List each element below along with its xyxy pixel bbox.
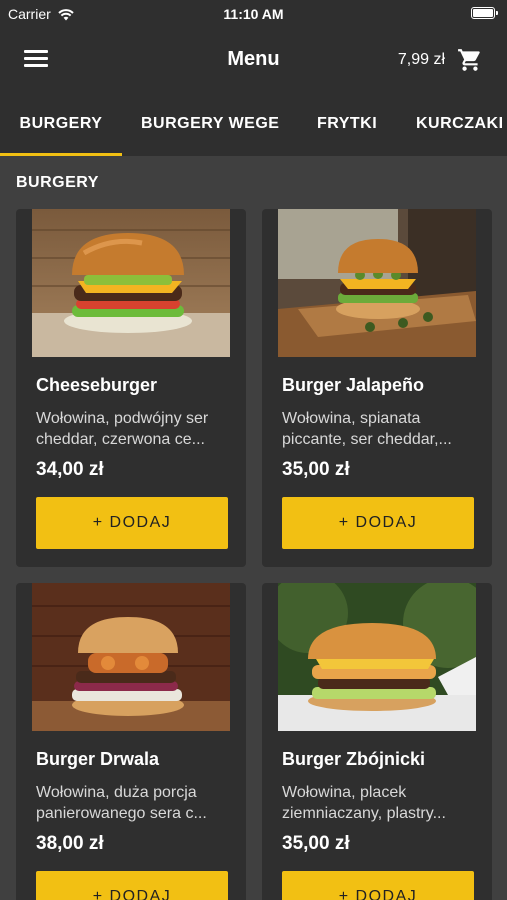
- product-name: Burger Jalapeño: [282, 375, 425, 395]
- add-to-cart-button[interactable]: + DODAJ: [282, 497, 474, 549]
- app-header: Menu 7,99 zł: [0, 28, 507, 92]
- description-line: Wołowina, podwójny ser: [36, 410, 209, 427]
- description-line: Wołowina, spianata: [282, 410, 421, 427]
- cart-total: 7,99 zł: [397, 51, 445, 68]
- add-to-cart-button[interactable]: + DODAJ: [282, 871, 474, 900]
- product-price: 38,00 zł: [36, 833, 104, 854]
- description-line: cheddar, czerwona ce...: [36, 431, 205, 448]
- product-image-cheeseburger[interactable]: [32, 209, 230, 357]
- product-image-burger-drwala[interactable]: [32, 583, 230, 731]
- hamburger-menu-icon[interactable]: [24, 50, 48, 68]
- product-name: Burger Zbójnicki: [282, 749, 426, 769]
- add-to-cart-button[interactable]: + DODAJ: [36, 871, 228, 900]
- description-line: Wołowina, placek: [282, 784, 407, 801]
- add-to-cart-button[interactable]: + DODAJ: [36, 497, 228, 549]
- description-line: panierowanego sera c...: [36, 805, 207, 822]
- description-line: piccante, ser cheddar,...: [282, 431, 452, 448]
- product-description: Wołowina, podwójny ser cheddar, czerwona…: [36, 408, 236, 450]
- section-title: BURGERY: [16, 174, 99, 191]
- product-card: Cheeseburger Wołowina, podwójny ser ched…: [16, 209, 246, 567]
- shopping-cart-icon[interactable]: [457, 47, 483, 73]
- product-description: Wołowina, spianata piccante, ser cheddar…: [282, 408, 482, 450]
- product-price: 35,00 zł: [282, 833, 350, 854]
- product-card: Burger Drwala Wołowina, duża porcja pani…: [16, 583, 246, 900]
- product-name: Cheeseburger: [36, 375, 158, 395]
- tab-kurczaki[interactable]: KURCZAKI: [416, 92, 504, 156]
- product-price: 34,00 zł: [36, 459, 104, 480]
- product-description: Wołowina, duża porcja panierowanego sera…: [36, 782, 236, 824]
- tab-frytki[interactable]: FRYTKI: [317, 92, 377, 156]
- description-line: ziemniaczany, plastry...: [282, 805, 446, 822]
- product-image-burger-jalapeno[interactable]: [278, 209, 476, 357]
- product-description: Wołowina, placek ziemniaczany, plastry..…: [282, 782, 482, 824]
- tab-burgery-wege[interactable]: BURGERY WEGE: [141, 92, 279, 156]
- battery-icon: [471, 7, 498, 19]
- product-name: Burger Drwala: [36, 749, 160, 769]
- product-image-burger-zbojnicki[interactable]: [278, 583, 476, 731]
- description-line: Wołowina, duża porcja: [36, 784, 197, 801]
- product-card: Burger Jalapeño Wołowina, spianata picca…: [262, 209, 492, 567]
- product-card: Burger Zbójnicki Wołowina, placek ziemni…: [262, 583, 492, 900]
- tab-burgery[interactable]: BURGERY: [0, 92, 122, 156]
- status-bar: Carrier 11:10 AM: [0, 0, 507, 28]
- product-price: 35,00 zł: [282, 459, 350, 480]
- clock: 11:10 AM: [223, 6, 284, 22]
- category-tabs: BURGERY BURGERY WEGE FRYTKI KURCZAKI: [0, 92, 507, 156]
